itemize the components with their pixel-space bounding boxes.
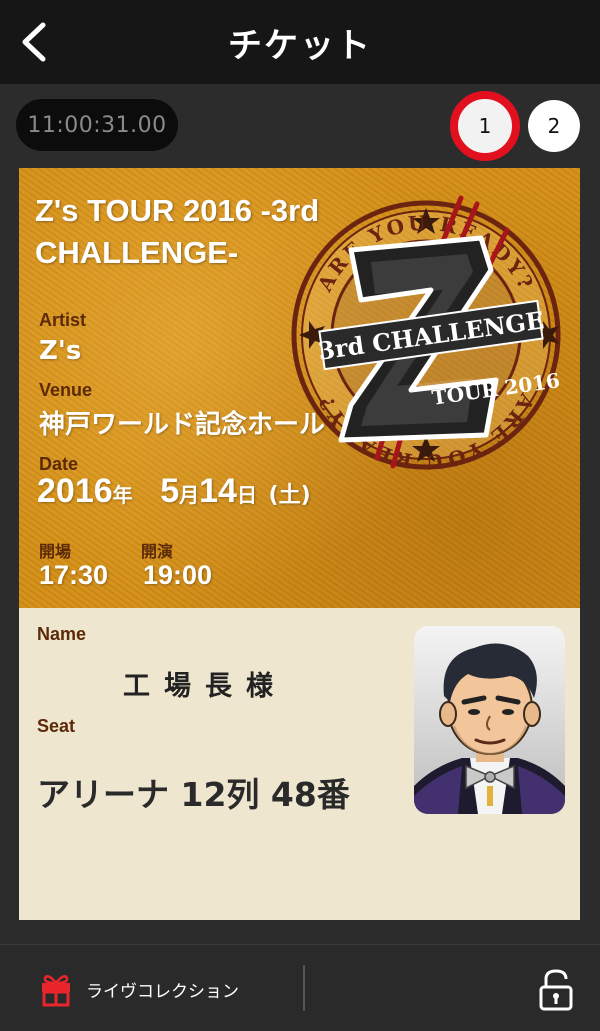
artist-label: Artist xyxy=(39,310,87,330)
page-indicator-2[interactable]: 2 xyxy=(528,100,580,152)
date-weekday: (土) xyxy=(268,483,311,508)
open-label: 開場 xyxy=(39,544,72,561)
date-year-unit: 年 xyxy=(112,483,133,507)
seat-value: アリーナ 12列 48番 xyxy=(37,775,350,814)
chevron-left-icon xyxy=(22,22,46,62)
event-title: Z's TOUR 2016 -3rd CHALLENGE- xyxy=(35,193,320,270)
back-button[interactable] xyxy=(12,16,56,68)
ticket-header-panel: ARE YOU READY? ARE YOU READY? 3rd CHALLE… xyxy=(19,168,580,608)
timer-value: 11:00:31.00 xyxy=(27,112,167,138)
date-month: 5 xyxy=(160,472,180,510)
name-label: Name xyxy=(37,624,87,644)
holder-avatar-illustration xyxy=(414,643,565,814)
app-header: チケット xyxy=(0,0,600,84)
start-label: 開演 xyxy=(141,544,174,561)
gift-icon xyxy=(42,975,70,1007)
lock-button[interactable] xyxy=(536,967,576,1011)
date-day-unit: 日 xyxy=(236,483,257,507)
ticket-holder-panel: Name 工場長様 Seat アリーナ 12列 48番 xyxy=(19,608,580,920)
page-title: チケット xyxy=(228,25,372,66)
artist-value: Z's xyxy=(39,336,82,366)
date-day: 14 xyxy=(199,472,237,510)
start-time: 19:00 xyxy=(143,560,213,590)
seat-label: Seat xyxy=(37,716,76,736)
date-value: 2016年 5月14日 (土) xyxy=(37,472,311,511)
date-month-unit: 月 xyxy=(179,483,200,507)
lock-open-icon xyxy=(539,969,573,1011)
date-year: 2016 xyxy=(37,472,113,510)
live-collection-button[interactable]: ライヴコレクション xyxy=(38,969,239,1009)
live-collection-label: ライヴコレクション xyxy=(86,981,239,1002)
avatar xyxy=(414,626,565,814)
footer-divider xyxy=(303,965,305,1011)
holder-name: 工場長様 xyxy=(123,671,287,702)
bottom-toolbar: ライヴコレクション xyxy=(0,944,600,1031)
open-time: 17:30 xyxy=(39,560,109,590)
venue-label: Venue xyxy=(39,380,93,400)
page-indicator-1[interactable]: 1 xyxy=(450,91,520,161)
countdown-timer: 11:00:31.00 xyxy=(16,99,178,151)
venue-value: 神戸ワールド記念ホール xyxy=(39,410,326,440)
